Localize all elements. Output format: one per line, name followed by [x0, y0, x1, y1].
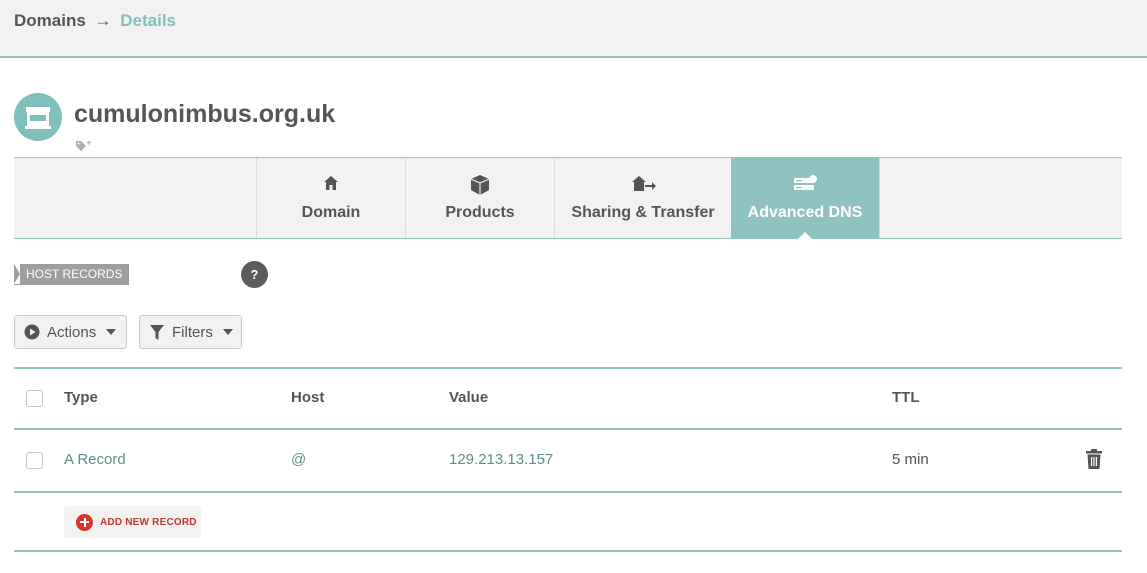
chevron-down-icon: [222, 329, 233, 335]
breadcrumb-current: Details: [120, 11, 177, 30]
actions-dropdown[interactable]: Actions: [14, 315, 127, 349]
breadcrumb-separator: →: [94, 11, 112, 30]
trash-icon: [1086, 449, 1102, 469]
record-value[interactable]: 129.213.13.157: [449, 451, 553, 468]
domain-tabs: Domain Products Sharing & Transfer Advan…: [14, 157, 1122, 239]
record-type[interactable]: A Record: [64, 451, 126, 468]
play-circle-icon: [24, 324, 40, 340]
table-row-border: [14, 491, 1122, 493]
table-bottom-border: [14, 550, 1122, 552]
plus-circle-icon: [76, 513, 93, 531]
tab-divider: [879, 158, 880, 238]
box-icon: [470, 175, 490, 195]
column-header-ttl[interactable]: TTL: [892, 389, 920, 406]
host-records-label: HOST RECORDS: [14, 264, 130, 285]
select-all-checkbox[interactable]: [26, 390, 43, 407]
chevron-down-icon: [106, 329, 117, 335]
delete-record-button[interactable]: [1085, 449, 1103, 474]
server-icon: [794, 175, 817, 190]
domain-name: cumulonimbus.org.uk: [74, 100, 336, 128]
tab-domain-label: Domain: [301, 204, 361, 221]
filter-icon: [150, 324, 164, 340]
column-header-host[interactable]: Host: [291, 389, 324, 406]
table-header-border: [14, 428, 1122, 430]
breadcrumb: Domains → Details: [14, 11, 176, 31]
row-checkbox[interactable]: [26, 452, 43, 469]
column-header-type[interactable]: Type: [64, 389, 98, 406]
tab-sharing-transfer[interactable]: Sharing & Transfer: [554, 158, 731, 238]
tab-advanced-dns-label: Advanced DNS: [747, 204, 863, 221]
column-header-value[interactable]: Value: [449, 389, 488, 406]
help-button[interactable]: ?: [241, 261, 268, 288]
add-new-record-label: ADD NEW RECORD: [100, 516, 197, 528]
store-icon: [25, 107, 51, 129]
home-transfer-icon: [632, 176, 656, 191]
tab-domain[interactable]: Domain: [256, 158, 405, 238]
tab-advanced-dns[interactable]: Advanced DNS: [731, 158, 879, 239]
tab-products-label: Products: [445, 204, 515, 221]
active-tab-indicator: [798, 232, 812, 239]
top-bar: Domains → Details: [0, 0, 1147, 58]
home-icon: [324, 176, 338, 190]
filters-label: Filters: [172, 323, 213, 341]
record-host[interactable]: @: [291, 451, 306, 468]
add-tag-icon[interactable]: [76, 138, 92, 156]
record-ttl[interactable]: 5 min: [892, 451, 929, 468]
table-top-border: [14, 367, 1122, 369]
filters-dropdown[interactable]: Filters: [139, 315, 242, 349]
tab-sharing-transfer-label: Sharing & Transfer: [571, 204, 715, 221]
domain-avatar: [14, 93, 62, 141]
add-new-record-button[interactable]: ADD NEW RECORD: [64, 506, 201, 538]
actions-label: Actions: [47, 323, 97, 341]
breadcrumb-domains-link[interactable]: Domains: [14, 11, 86, 30]
tab-products[interactable]: Products: [405, 158, 554, 238]
